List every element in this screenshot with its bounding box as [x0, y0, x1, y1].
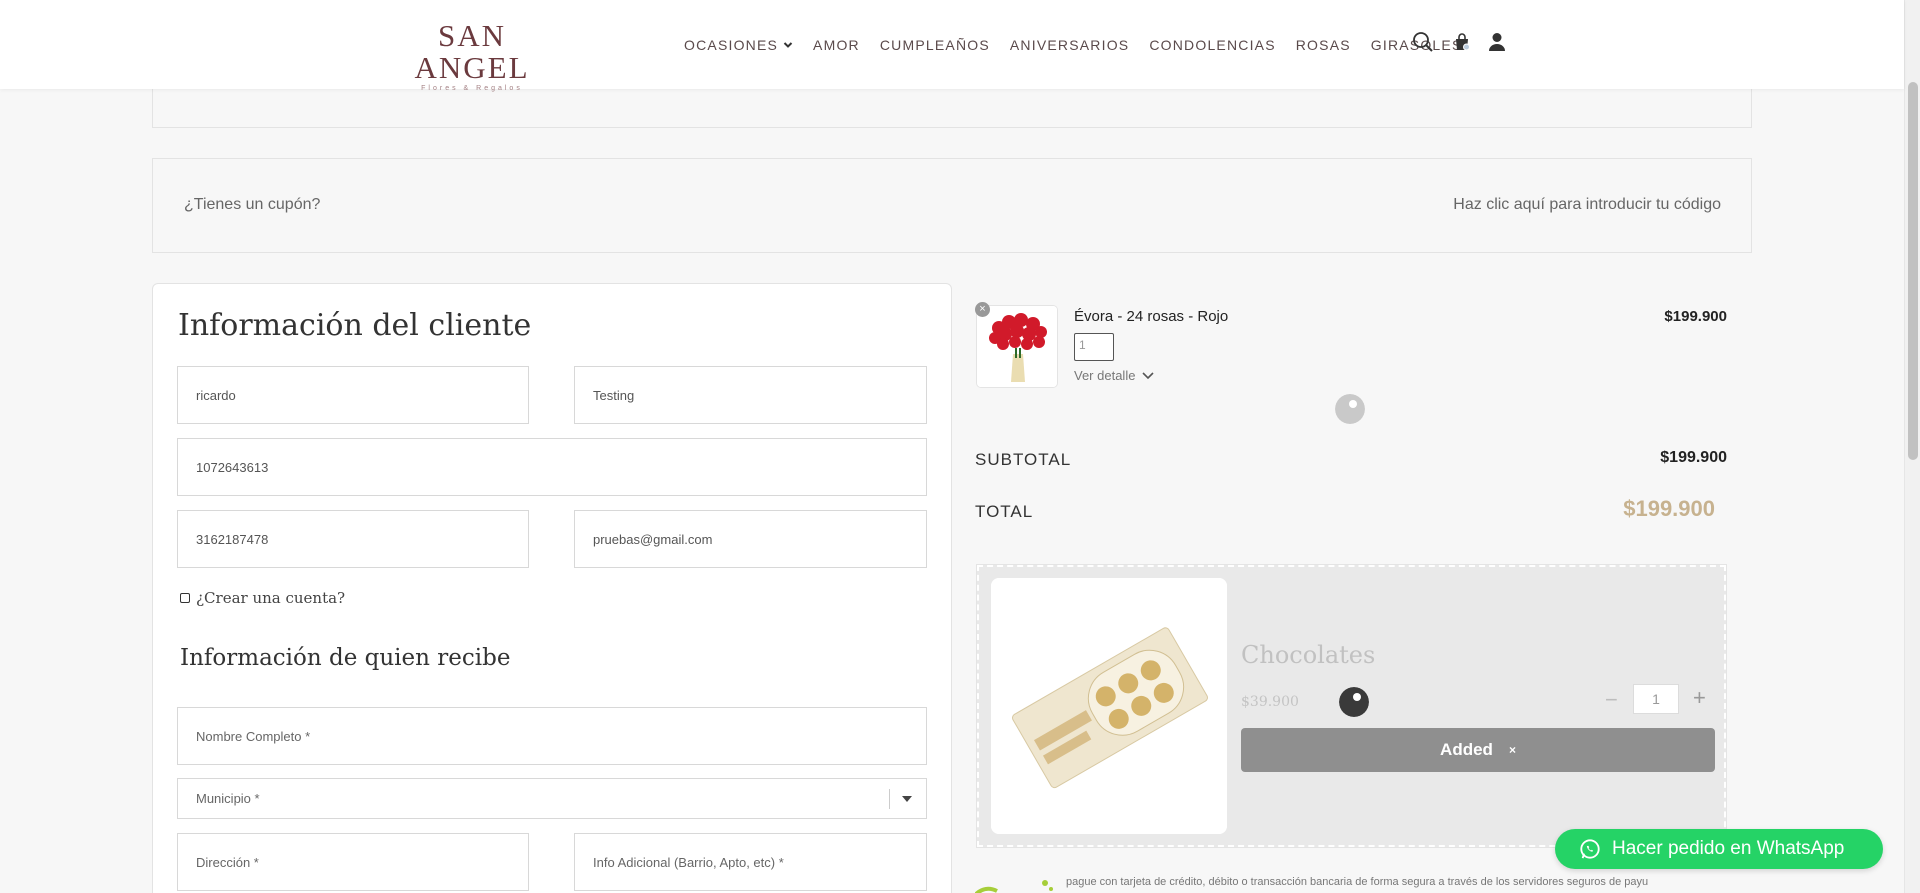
search-icon[interactable]	[1411, 30, 1435, 54]
customer-info-title: Información del cliente	[178, 308, 532, 343]
loading-spinner-icon	[1339, 687, 1369, 717]
caret-down-icon	[902, 796, 912, 802]
upsell-card: Chocolates $39.900 − 1 + Added ×	[976, 564, 1727, 848]
recipient-name-field[interactable]	[177, 707, 927, 765]
user-icon[interactable]	[1485, 30, 1509, 54]
coupon-notice: ¿Tienes un cupón? Haz clic aquí para int…	[152, 158, 1752, 253]
phone-input[interactable]	[196, 531, 528, 547]
create-account-checkbox[interactable]	[180, 593, 190, 603]
extra-info-field[interactable]	[574, 833, 927, 891]
recipient-name-input[interactable]	[196, 728, 926, 744]
nav-item-cumpleanos[interactable]: CUMPLEAÑOS	[880, 37, 990, 53]
remove-item-icon[interactable]: ×	[975, 302, 990, 317]
cart-item: × Évora - 24 rosas - Rojo 1 Ver detalle …	[975, 300, 1727, 392]
email-input[interactable]	[593, 531, 926, 547]
qty-decrement-button[interactable]: −	[1605, 687, 1618, 713]
nav-item-condolencias[interactable]: CONDOLENCIAS	[1149, 37, 1275, 53]
nav-item-label: AMOR	[813, 37, 860, 53]
nav-item-amor[interactable]: AMOR	[813, 37, 860, 53]
chocolate-image	[991, 578, 1227, 834]
product-price: $199.900	[1664, 308, 1727, 325]
create-account-row[interactable]: ¿Crear una cuenta?	[180, 589, 345, 607]
last-name-input[interactable]	[593, 387, 926, 403]
logo[interactable]: SAN ANGEL Flores & Regalos	[388, 18, 556, 93]
shopping-bag-icon[interactable]	[1450, 30, 1474, 54]
nav-item-ocasiones[interactable]: OCASIONES	[684, 37, 793, 53]
payu-logo-icon	[975, 880, 1053, 893]
municipio-select[interactable]: Municipio *	[177, 778, 927, 819]
total-label: TOTAL	[975, 502, 1034, 521]
coupon-link[interactable]: Haz clic aquí para introducir tu código	[1453, 196, 1721, 214]
close-icon[interactable]: ×	[1509, 743, 1516, 757]
upsell-title: Chocolates	[1241, 641, 1376, 669]
municipio-placeholder: Municipio *	[196, 791, 260, 806]
logo-main-text: SAN ANGEL	[414, 18, 530, 85]
nav-item-label: CUMPLEAÑOS	[879, 37, 990, 53]
total-value: $199.900	[1623, 496, 1715, 521]
upsell-qty-input[interactable]: 1	[1633, 684, 1679, 714]
address-input[interactable]	[196, 854, 528, 870]
create-account-label: ¿Crear una cuenta?	[196, 589, 346, 607]
loading-spinner-icon	[1335, 394, 1365, 424]
document-field[interactable]	[177, 438, 927, 496]
logo-sub-text: Flores & Regalos	[421, 85, 523, 92]
subtotal-value: $199.900	[1660, 449, 1727, 466]
nav-item-label: CONDOLENCIAS	[1149, 37, 1276, 53]
address-field[interactable]	[177, 833, 529, 891]
nav-item-label: OCASIONES	[684, 37, 779, 53]
qty-increment-button[interactable]: +	[1693, 685, 1706, 711]
product-image	[976, 305, 1058, 388]
upsell-price: $39.900	[1241, 694, 1299, 710]
nav-item-label: ANIVERSARIOS	[1009, 37, 1130, 53]
last-name-field[interactable]	[574, 366, 927, 424]
product-detail-label: Ver detalle	[1074, 368, 1136, 383]
extra-info-input[interactable]	[593, 854, 926, 870]
chevron-down-icon	[1142, 371, 1155, 379]
customer-form: Información del cliente ¿Crear una cuent…	[152, 283, 952, 893]
recipient-info-title: Información de quien recibe	[180, 645, 511, 671]
whatsapp-order-button[interactable]: Hacer pedido en WhatsApp	[1555, 829, 1883, 869]
main-nav: OCASIONES AMOR CUMPLEAÑOS ANIVERSARIOS C…	[684, 37, 1462, 53]
whatsapp-label: Hacer pedido en WhatsApp	[1612, 838, 1845, 859]
product-qty-input[interactable]: 1	[1074, 333, 1114, 361]
first-name-input[interactable]	[196, 387, 528, 403]
payment-note: pague con tarjeta de crédito, débito o t…	[1066, 876, 1649, 888]
nav-item-aniversarios[interactable]: ANIVERSARIOS	[1010, 37, 1129, 53]
scrollbar-thumb[interactable]	[1908, 82, 1918, 460]
coupon-question: ¿Tienes un cupón?	[184, 196, 321, 213]
first-name-field[interactable]	[177, 366, 529, 424]
document-input[interactable]	[196, 459, 926, 475]
phone-field[interactable]	[177, 510, 529, 568]
chocolate-box-icon	[991, 578, 1227, 834]
rose-bouquet-icon	[977, 306, 1057, 387]
added-button[interactable]: Added ×	[1241, 728, 1715, 772]
email-field[interactable]	[574, 510, 927, 568]
product-detail-toggle[interactable]: Ver detalle	[1074, 368, 1155, 383]
nav-item-label: ROSAS	[1295, 37, 1351, 53]
added-button-label: Added	[1440, 740, 1493, 759]
nav-item-rosas[interactable]: ROSAS	[1296, 37, 1351, 53]
site-header: SAN ANGEL Flores & Regalos OCASIONES AMO…	[0, 0, 1904, 93]
subtotal-label: SUBTOTAL	[975, 450, 1072, 469]
whatsapp-icon	[1580, 839, 1600, 859]
select-divider	[889, 789, 890, 809]
page-scrollbar[interactable]	[1904, 0, 1920, 893]
product-name[interactable]: Évora - 24 rosas - Rojo	[1074, 308, 1228, 325]
chevron-down-icon	[783, 42, 793, 48]
